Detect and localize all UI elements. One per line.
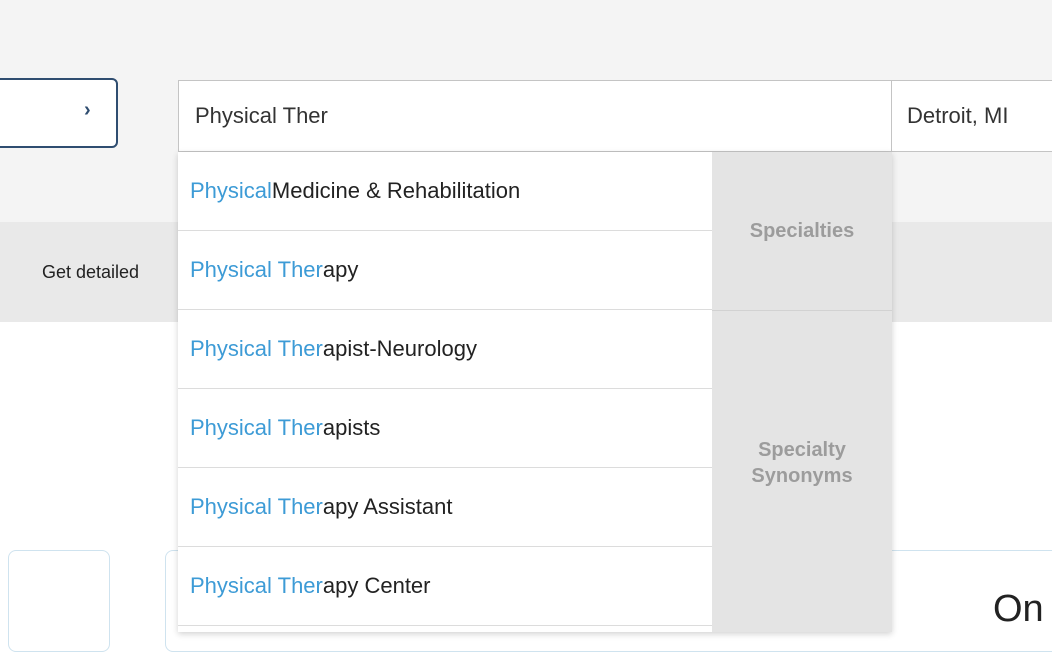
suggestion-match-text: Physical bbox=[190, 178, 272, 203]
suggestion-match-text: Physical Ther bbox=[190, 494, 323, 519]
location-input[interactable] bbox=[891, 80, 1052, 152]
suggestion-rest-text: apy Assistant bbox=[322, 494, 453, 519]
suggestion-list: Physical Medicine & Rehabilitation Physi… bbox=[178, 152, 712, 626]
suggestion-rest-text: apy Center bbox=[322, 573, 431, 598]
autocomplete-dropdown: Physical Medicine & Rehabilitation Physi… bbox=[178, 152, 892, 632]
group-label-text: Synonyms bbox=[751, 465, 853, 487]
info-banner-text: Get detailed bbox=[42, 262, 140, 282]
suggestion-match-text: Physical Ther bbox=[190, 257, 323, 282]
suggestion-rest-text: Medicine & Rehabilitation bbox=[271, 178, 521, 203]
content-card bbox=[8, 550, 110, 652]
suggestion-item[interactable]: Physical Ther apy Assistant bbox=[178, 468, 712, 547]
suggestion-match-text: Physical Ther bbox=[190, 415, 323, 440]
left-search-control[interactable] bbox=[0, 78, 118, 148]
specialty-search-input[interactable] bbox=[178, 80, 892, 152]
suggestion-item[interactable]: Physical Ther apy Center bbox=[178, 547, 712, 626]
suggestion-rest-text: apists bbox=[322, 415, 381, 440]
group-label-specialties: Specialties bbox=[712, 152, 892, 311]
suggestion-rest-text: apist-Neurology bbox=[322, 336, 477, 361]
group-label-text: Specialty bbox=[758, 439, 846, 461]
suggestion-item[interactable]: Physical Medicine & Rehabilitation bbox=[178, 152, 712, 231]
suggestion-match-text: Physical Ther bbox=[190, 336, 323, 361]
content-heading: On bbox=[993, 588, 1044, 630]
suggestion-item[interactable]: Physical Ther apist-Neurology bbox=[178, 310, 712, 389]
suggestion-match-text: Physical Ther bbox=[190, 573, 323, 598]
suggestion-rest-text: apy bbox=[322, 257, 359, 282]
suggestion-item[interactable]: Physical Ther apy bbox=[178, 231, 712, 310]
suggestion-item[interactable]: Physical Ther apists bbox=[178, 389, 712, 468]
chevron-right-icon[interactable]: › bbox=[84, 100, 91, 120]
group-label-specialty-synonyms: Specialty Synonyms bbox=[712, 311, 892, 632]
group-label-text: Specialties bbox=[749, 220, 855, 242]
suggestion-group-column: Specialties Specialty Synonyms bbox=[712, 152, 892, 632]
